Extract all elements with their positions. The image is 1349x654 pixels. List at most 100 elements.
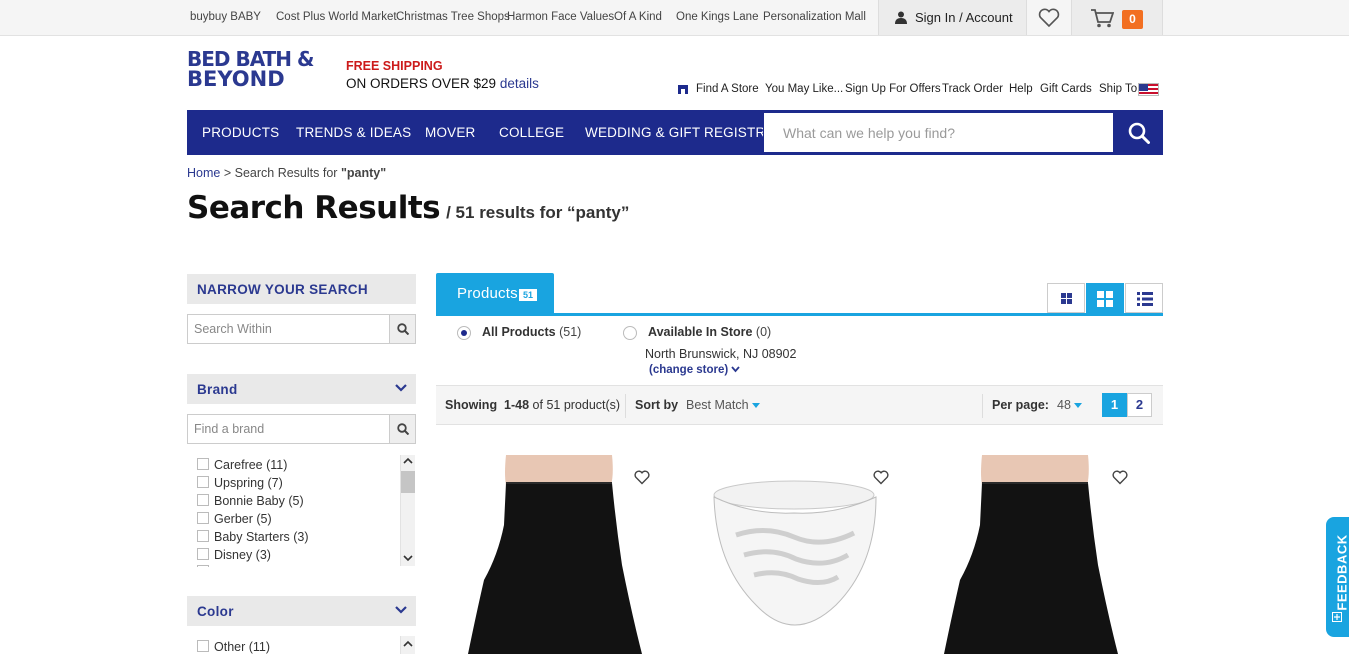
shipping-details-link[interactable]: details (500, 76, 539, 91)
sister-site-link[interactable]: One Kings Lane (676, 11, 758, 23)
brand-option-label[interactable]: Baby Starters (3) (214, 530, 308, 544)
brand-option-label[interactable]: Disney (3) (214, 548, 271, 562)
feedback-plus-icon (1332, 612, 1342, 622)
brand-checkbox[interactable] (197, 458, 209, 470)
breadcrumb-home[interactable]: Home (187, 166, 220, 180)
free-shipping-title: FREE SHIPPING (346, 59, 443, 73)
sister-site-link[interactable]: Harmon Face Values (507, 11, 614, 23)
ship-to-link[interactable]: Ship To (1099, 83, 1137, 95)
change-store-text: (change store) (649, 364, 729, 376)
page-title-results: / 51 results for “panty” (446, 203, 630, 222)
add-to-favorites-icon[interactable] (1112, 470, 1128, 485)
find-brand-button[interactable] (389, 415, 415, 443)
search-within-input[interactable] (188, 315, 388, 343)
brand-option-label[interactable]: Carefree (11) (214, 458, 287, 472)
add-to-favorites-icon[interactable] (873, 470, 889, 485)
track-order-link[interactable]: Track Order (942, 83, 1003, 95)
gift-cards-link[interactable]: Gift Cards (1040, 83, 1092, 95)
showing-range: 1-48 (504, 398, 530, 412)
brand-checkbox[interactable] (197, 512, 209, 524)
brand-checkbox[interactable] (197, 476, 209, 488)
store-icon (678, 85, 688, 94)
search-button[interactable] (1115, 110, 1163, 155)
nav-trends-ideas[interactable]: TRENDS & IDEAS (296, 125, 411, 140)
list-icon (1137, 292, 1153, 306)
brand-facet-heading[interactable]: Brand (187, 374, 416, 404)
tab-products-count: 51 (519, 289, 537, 301)
grid-view-large-button[interactable] (1086, 283, 1124, 313)
brand-option-label[interactable]: Bonnie Baby (5) (214, 494, 304, 508)
find-brand-input[interactable] (188, 415, 388, 443)
breadcrumb-separator: > (223, 166, 232, 180)
brand-list-scrollbar[interactable] (400, 455, 415, 566)
sister-site-link[interactable]: Christmas Tree Shops (396, 11, 510, 23)
nav-mover[interactable]: MOVER (425, 125, 476, 140)
nav-wedding-gift-registry[interactable]: WEDDING & GIFT REGISTRY (585, 125, 774, 140)
breadcrumb: Home > Search Results for "panty" (187, 166, 386, 180)
brand-checkbox[interactable] (197, 494, 209, 506)
all-products-radio[interactable] (457, 326, 471, 340)
in-store-label[interactable]: Available In Store (0) (648, 325, 771, 339)
page-2-button[interactable]: 2 (1127, 393, 1152, 417)
scroll-up-icon[interactable] (403, 457, 413, 465)
chevron-down-icon (395, 384, 407, 392)
sort-bar: Showing 1-48 of 51 product(s) Sort by Be… (436, 385, 1163, 425)
product-image[interactable] (446, 455, 666, 654)
all-products-text: All Products (482, 325, 556, 339)
per-page-select[interactable]: 48 (1057, 398, 1083, 412)
tab-products[interactable]: Products 51 (436, 273, 554, 314)
brand-checkbox[interactable] (197, 565, 209, 567)
sister-site-link[interactable]: Of A Kind (614, 11, 662, 23)
black-shapewear-brief-image (944, 455, 1118, 654)
sort-select[interactable]: Best Match (686, 398, 761, 412)
feedback-label: FEEDBACK (1334, 534, 1349, 611)
color-checkbox[interactable] (197, 640, 209, 652)
color-option-label[interactable]: Other (11) (214, 640, 270, 654)
scroll-down-icon[interactable] (403, 554, 413, 562)
brand-option-label[interactable]: Gerber (5) (214, 512, 272, 526)
sister-site-link[interactable]: Personalization Mall (763, 11, 866, 23)
page-1-button[interactable]: 1 (1102, 393, 1127, 417)
us-flag-icon[interactable] (1138, 83, 1159, 96)
search-input[interactable] (764, 113, 1113, 152)
add-to-favorites-icon[interactable] (634, 470, 650, 485)
all-products-label[interactable]: All Products (51) (482, 325, 581, 339)
you-may-like-link[interactable]: You May Like... (765, 83, 843, 95)
site-logo[interactable]: BED BATH & BEYOND (187, 49, 327, 91)
sister-site-link[interactable]: buybuy BABY (190, 11, 261, 23)
color-facet-heading[interactable]: Color (187, 596, 416, 626)
page-title: Search Results / 51 results for “panty” (187, 190, 629, 226)
favorites-button[interactable] (1027, 0, 1072, 35)
scroll-up-icon[interactable] (403, 640, 413, 648)
search-within-button[interactable] (389, 315, 415, 343)
cart-button[interactable]: 0 (1072, 0, 1163, 35)
in-store-text: Available In Store (648, 325, 753, 339)
in-store-radio[interactable] (623, 326, 637, 340)
cart-count-badge: 0 (1122, 10, 1143, 29)
brand-facet-label: Brand (197, 382, 238, 397)
search-icon (397, 323, 409, 335)
sign-up-offers-link[interactable]: Sign Up For Offers (845, 83, 941, 95)
find-a-store-link[interactable]: Find A Store (696, 83, 759, 95)
store-location: North Brunswick, NJ 08902 (645, 347, 797, 361)
help-link[interactable]: Help (1009, 83, 1033, 95)
product-image[interactable] (922, 455, 1142, 654)
brand-option-label[interactable]: Upspring (7) (214, 476, 283, 490)
narrow-search-heading: NARROW YOUR SEARCH (187, 274, 416, 304)
narrow-search-label: NARROW YOUR SEARCH (197, 282, 368, 297)
grid-view-small-button[interactable] (1047, 283, 1085, 313)
color-list-scrollbar[interactable] (400, 636, 415, 654)
user-icon (895, 11, 907, 24)
sign-in-account-button[interactable]: Sign In / Account (878, 0, 1027, 35)
brand-checkbox[interactable] (197, 530, 209, 542)
list-view-button[interactable] (1125, 283, 1163, 313)
change-store-link[interactable]: (change store) (649, 364, 741, 376)
feedback-tab[interactable]: FEEDBACK (1326, 517, 1349, 637)
sister-site-link[interactable]: Cost Plus World Market (276, 11, 397, 23)
showing-summary: Showing 1-48 of 51 product(s) (445, 398, 620, 412)
scroll-thumb[interactable] (401, 471, 415, 493)
brand-checkbox[interactable] (197, 548, 209, 560)
nav-college[interactable]: COLLEGE (499, 125, 564, 140)
in-store-count: (0) (755, 325, 772, 339)
nav-products[interactable]: PRODUCTS (202, 125, 279, 140)
